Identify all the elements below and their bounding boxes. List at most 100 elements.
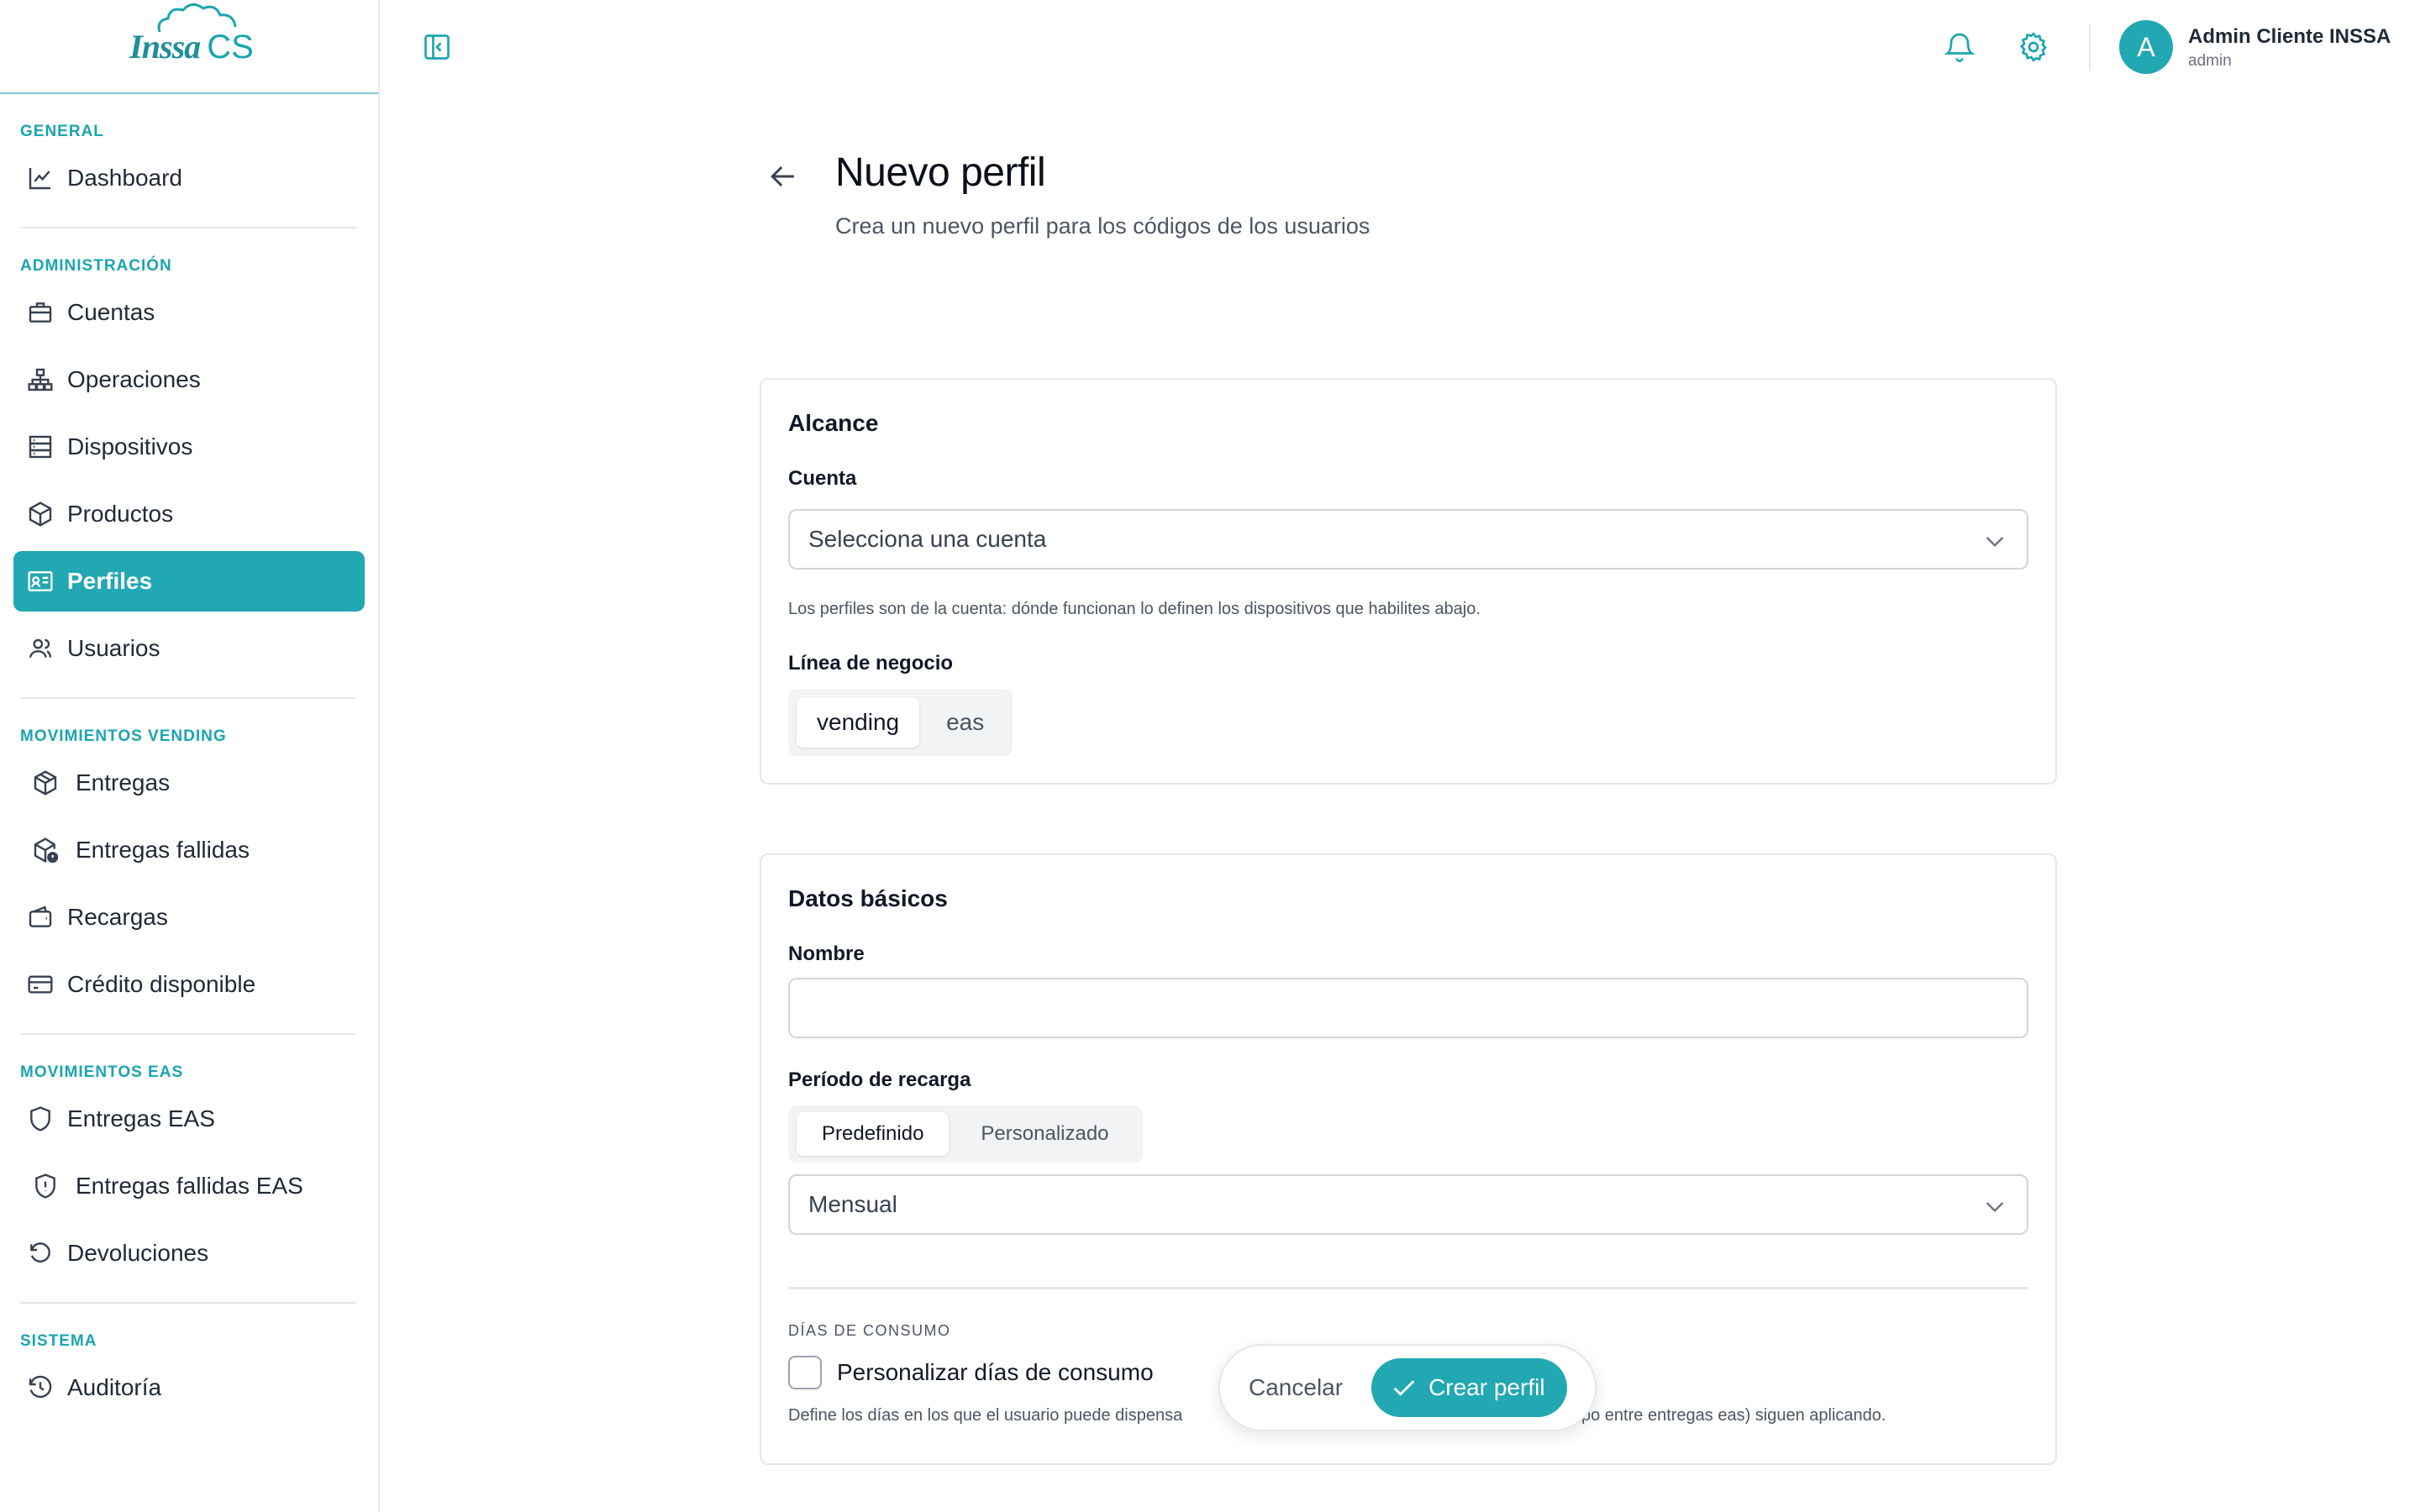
section-label-movimientos-eas: MOVIMIENTOS EAS: [20, 1063, 184, 1081]
sidebar-item-devoluciones[interactable]: Devoluciones: [13, 1223, 365, 1284]
box-icon: [25, 499, 55, 529]
wallet-icon: [25, 902, 55, 932]
history-icon: [25, 1373, 55, 1403]
period-select-value: Mensual: [808, 1191, 897, 1217]
package-alert-icon: [30, 835, 60, 865]
shield-icon: [25, 1104, 55, 1134]
scope-card: Alcance Cuenta Selecciona una cuenta Los…: [760, 378, 2057, 785]
period-mode-toggle: Predefinido Personalizado: [788, 1105, 1143, 1163]
sidebar-divider: [20, 227, 356, 228]
header-separator: [2089, 24, 2091, 71]
sidebar-divider: [20, 1302, 356, 1304]
business-line-label: Línea de negocio: [788, 652, 954, 675]
chevron-down-icon: [1981, 1193, 2008, 1220]
section-label-administracion: ADMINISTRACIÓN: [20, 257, 172, 275]
sidebar-item-auditoria[interactable]: Auditoría: [13, 1357, 365, 1418]
account-label: Cuenta: [788, 467, 857, 490]
section-divider: [788, 1287, 2028, 1289]
account-select[interactable]: Selecciona una cuenta: [788, 509, 2028, 570]
sidebar-item-label: Crédito disponible: [67, 971, 256, 997]
rotate-ccw-icon: [25, 1238, 55, 1268]
section-label-movimientos-vending: MOVIMIENTOS VENDING: [20, 727, 227, 745]
user-name[interactable]: Admin Cliente INSSA: [2188, 25, 2391, 49]
sidebar-item-label: Auditoría: [67, 1374, 162, 1400]
cancel-button[interactable]: Cancelar: [1240, 1374, 1351, 1401]
basic-data-heading: Datos básicos: [788, 885, 948, 911]
sidebar-item-cuentas[interactable]: Cuentas: [13, 282, 365, 343]
sidebar-item-dispositivos[interactable]: Dispositivos: [13, 417, 365, 477]
section-label-general: GENERAL: [20, 123, 104, 140]
check-icon: [1390, 1373, 1418, 1402]
period-mode-predefinido[interactable]: Predefinido: [797, 1112, 950, 1156]
users-icon: [25, 633, 55, 664]
consumption-section-label: DÍAS DE CONSUMO: [788, 1322, 951, 1339]
sidebar-item-dashboard[interactable]: Dashboard: [13, 148, 365, 208]
sidebar-item-perfiles[interactable]: Perfiles: [13, 551, 365, 612]
business-line-option-vending[interactable]: vending: [797, 697, 920, 748]
briefcase-icon: [25, 297, 55, 328]
credit-card-icon: [25, 969, 55, 1000]
page-title: Nuevo perfil: [835, 150, 1046, 195]
sidebar-item-label: Dashboard: [67, 165, 182, 191]
sidebar-item-label: Productos: [67, 501, 174, 527]
scope-heading: Alcance: [788, 410, 879, 436]
customize-days-checkbox[interactable]: [788, 1356, 822, 1389]
sidebar-divider: [20, 1033, 356, 1035]
sidebar-item-recargas[interactable]: Recargas: [13, 887, 365, 948]
hierarchy-icon: [25, 365, 55, 395]
sidebar-item-label: Recargas: [67, 904, 168, 930]
chevron-down-icon: [1981, 528, 2008, 554]
sidebar-item-entregas-fallidas[interactable]: Entregas fallidas: [13, 820, 365, 880]
sidebar-item-entregas-fallidas-eas[interactable]: Entregas fallidas EAS: [13, 1156, 365, 1216]
sidebar-item-label: Dispositivos: [67, 433, 193, 459]
sidebar-collapse-icon[interactable]: [422, 32, 452, 62]
sidebar-item-operaciones[interactable]: Operaciones: [13, 349, 365, 410]
package-icon: [30, 768, 60, 798]
section-label-sistema: SISTEMA: [20, 1332, 97, 1350]
sidebar-item-label: Entregas: [76, 769, 171, 795]
name-input[interactable]: [788, 978, 2028, 1038]
name-label: Nombre: [788, 942, 865, 965]
consumption-hint-right: po entre entregas eas) siguen aplicando.: [1581, 1406, 1886, 1425]
action-bar: Cancelar Crear perfil: [1218, 1344, 1597, 1431]
sidebar-divider: [20, 697, 356, 699]
business-line-option-eas[interactable]: eas: [926, 697, 1004, 748]
sidebar-item-label: Devoluciones: [67, 1240, 209, 1266]
sidebar: Inssa CS GENERAL Dashboard ADMINISTRACIÓ…: [0, 0, 380, 1512]
gear-icon[interactable]: [2017, 30, 2050, 64]
consumption-hint-left: Define los días en los que el usuario pu…: [788, 1406, 1183, 1425]
back-arrow-icon[interactable]: [765, 158, 802, 195]
sidebar-item-entregas[interactable]: Entregas: [13, 753, 365, 813]
sidebar-nav: GENERAL Dashboard ADMINISTRACIÓN Cuentas…: [0, 94, 378, 1418]
sidebar-item-label: Usuarios: [67, 635, 160, 661]
sidebar-item-label: Operaciones: [67, 366, 201, 392]
shield-alert-icon: [30, 1171, 60, 1201]
page-subtitle: Crea un nuevo perfil para los códigos de…: [835, 213, 1370, 239]
sidebar-item-productos[interactable]: Productos: [13, 484, 365, 544]
app-logo[interactable]: Inssa CS: [124, 3, 254, 66]
id-card-icon: [25, 566, 55, 596]
account-select-value: Selecciona una cuenta: [808, 526, 1047, 552]
chart-line-icon: [25, 163, 55, 193]
period-select[interactable]: Mensual: [788, 1174, 2028, 1235]
period-mode-personalizado[interactable]: Personalizado: [955, 1112, 1134, 1156]
sidebar-item-label: Entregas EAS: [67, 1105, 215, 1131]
server-icon: [25, 432, 55, 462]
sidebar-item-credito-disponible[interactable]: Crédito disponible: [13, 954, 365, 1015]
account-hint: Los perfiles son de la cuenta: dónde fun…: [788, 600, 1481, 618]
sidebar-item-label: Entregas fallidas EAS: [76, 1173, 303, 1199]
sidebar-item-usuarios[interactable]: Usuarios: [13, 618, 365, 679]
avatar[interactable]: A: [2119, 20, 2173, 74]
logo-area: Inssa CS: [0, 0, 378, 94]
bell-icon[interactable]: [1943, 30, 1976, 64]
user-role: admin: [2188, 52, 2232, 70]
sidebar-item-entregas-eas[interactable]: Entregas EAS: [13, 1089, 365, 1149]
top-bar: A Admin Cliente INSSA admin: [380, 0, 2420, 94]
create-profile-button[interactable]: Crear perfil: [1371, 1358, 1567, 1417]
business-line-toggle: vending eas: [788, 689, 1013, 756]
period-label: Período de recarga: [788, 1068, 971, 1091]
customize-days-label[interactable]: Personalizar días de consumo: [837, 1359, 1154, 1386]
sidebar-item-label: Entregas fallidas: [76, 837, 250, 863]
create-profile-label: Crear perfil: [1428, 1374, 1545, 1400]
sidebar-item-label: Cuentas: [67, 299, 155, 325]
